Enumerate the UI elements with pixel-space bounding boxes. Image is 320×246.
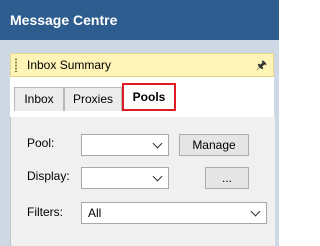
inbox-summary-header[interactable]: Inbox Summary 🖈 bbox=[10, 53, 274, 77]
pool-select[interactable] bbox=[81, 134, 169, 156]
inbox-summary-title: Inbox Summary bbox=[27, 58, 112, 72]
pin-icon[interactable]: 🖈 bbox=[256, 54, 267, 76]
browse-button[interactable]: ... bbox=[205, 167, 249, 189]
filters-select[interactable]: All bbox=[81, 202, 267, 224]
filters-select-value: All bbox=[88, 206, 102, 220]
tab-proxies[interactable]: Proxies bbox=[64, 87, 122, 111]
tab-strip: Inbox Proxies Pools bbox=[10, 77, 274, 117]
drag-grip-icon[interactable] bbox=[15, 58, 17, 72]
display-select[interactable] bbox=[81, 167, 169, 189]
pool-label: Pool: bbox=[27, 136, 55, 150]
pools-tab-content: Pool: Manage Display: ... Filters: All bbox=[10, 117, 275, 246]
filters-label: Filters: bbox=[27, 205, 63, 219]
display-label: Display: bbox=[27, 169, 70, 183]
inbox-summary-panel: Inbox Summary 🖈 Inbox Proxies Pools Pool… bbox=[0, 40, 279, 246]
tab-pools[interactable]: Pools bbox=[122, 83, 176, 111]
window-title: Message Centre bbox=[0, 0, 279, 40]
chevron-down-icon bbox=[250, 206, 261, 217]
manage-button[interactable]: Manage bbox=[179, 134, 249, 156]
chevron-down-icon bbox=[152, 171, 163, 182]
tab-inbox[interactable]: Inbox bbox=[14, 87, 64, 111]
chevron-down-icon bbox=[152, 138, 163, 149]
